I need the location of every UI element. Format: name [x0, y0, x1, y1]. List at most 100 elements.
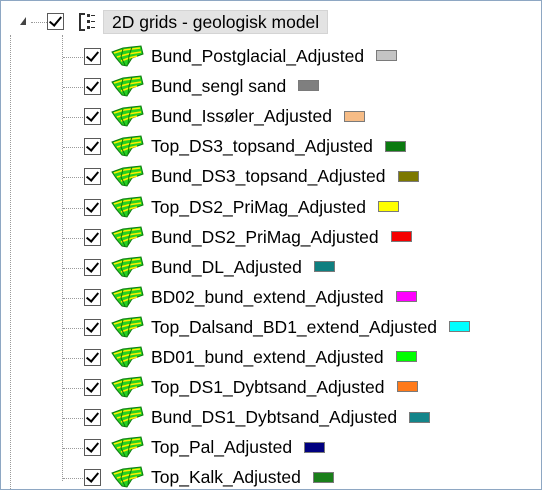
layer-label[interactable]: BD01_bund_extend_Adjusted	[151, 346, 417, 368]
tree-connector	[63, 297, 83, 299]
layer-tree: 2D grids - geologisk model Bund_Postglac…	[1, 1, 541, 489]
tree-connector	[63, 237, 83, 239]
layer-name: Top_DS1_Dybtsand_Adjusted	[151, 377, 385, 398]
layer-name: Bund_Issøler_Adjusted	[151, 106, 332, 127]
layer-color-swatch[interactable]	[376, 50, 398, 62]
layer-name: Bund_Postglacial_Adjusted	[151, 46, 365, 66]
grid-surface-icon	[110, 286, 144, 308]
grid-surface-icon	[110, 256, 144, 278]
layer-row[interactable]: Top_Pal_Adjusted	[1, 435, 541, 461]
layer-visibility-checkbox[interactable]	[84, 379, 101, 397]
root-visibility-checkbox[interactable]	[47, 13, 64, 30]
layer-color-swatch[interactable]	[384, 140, 406, 152]
layer-label[interactable]: Bund_DS2_PriMag_Adjusted	[151, 226, 412, 248]
tree-connector	[63, 87, 83, 89]
tree-connector	[63, 448, 83, 450]
layer-visibility-checkbox[interactable]	[84, 318, 101, 336]
layer-visibility-checkbox[interactable]	[84, 288, 101, 306]
layer-name: Bund_sengl sand	[151, 76, 287, 97]
layer-row[interactable]: BD02_bund_extend_Adjusted	[1, 285, 541, 311]
layer-label[interactable]: BD02_bund_extend_Adjusted	[151, 286, 417, 308]
grid-surface-icon	[110, 45, 144, 67]
grid-surface-icon	[110, 466, 144, 488]
layer-visibility-checkbox[interactable]	[84, 168, 101, 186]
layer-label[interactable]: Bund_DS1_Dybtsand_Adjusted	[151, 406, 431, 428]
layer-row[interactable]: Bund_sengl sand	[1, 74, 541, 100]
layer-name: Top_Kalk_Adjusted	[151, 467, 301, 488]
layer-visibility-checkbox[interactable]	[84, 258, 101, 276]
tree-root-node[interactable]: 2D grids - geologisk model	[1, 9, 541, 35]
layer-label[interactable]: Top_DS3_topsand_Adjusted	[151, 135, 406, 157]
layer-color-swatch[interactable]	[313, 261, 335, 273]
tree-connector	[31, 22, 47, 23]
layer-label[interactable]: Top_Kalk_Adjusted	[151, 466, 334, 488]
layer-group-icon	[79, 13, 95, 31]
layer-label[interactable]: Top_DS1_Dybtsand_Adjusted	[151, 376, 418, 398]
layer-row[interactable]: Bund_DS3_topsand_Adjusted	[1, 164, 541, 190]
layer-visibility-checkbox[interactable]	[84, 409, 101, 427]
layer-row[interactable]: Bund_DS2_PriMag_Adjusted	[1, 225, 541, 251]
layer-color-swatch[interactable]	[343, 110, 365, 122]
layer-visibility-checkbox[interactable]	[84, 138, 101, 156]
layer-color-swatch[interactable]	[312, 471, 334, 483]
layer-name: Top_DS2_PriMag_Adjusted	[151, 196, 366, 217]
layer-name: Bund_DS1_Dybtsand_Adjusted	[151, 407, 398, 428]
layer-color-swatch[interactable]	[304, 441, 326, 453]
tree-connector	[63, 207, 83, 209]
grid-surface-icon	[110, 436, 144, 458]
tree-connector	[63, 177, 83, 179]
layer-visibility-checkbox[interactable]	[84, 48, 101, 65]
layer-row[interactable]: Bund_Issøler_Adjusted	[1, 104, 541, 130]
tree-connector	[63, 478, 83, 480]
layer-row[interactable]: Top_DS3_topsand_Adjusted	[1, 134, 541, 160]
layer-visibility-checkbox[interactable]	[84, 469, 101, 487]
tree-connector	[63, 117, 83, 119]
layer-row[interactable]: BD01_bund_extend_Adjusted	[1, 345, 541, 371]
layer-label[interactable]: Bund_Postglacial_Adjusted	[151, 45, 398, 67]
tree-connector	[63, 358, 83, 359]
grid-surface-icon	[110, 346, 144, 368]
layer-color-swatch[interactable]	[449, 321, 471, 333]
grid-surface-icon	[110, 165, 144, 187]
layer-name: Top_DS3_topsand_Adjusted	[151, 136, 373, 157]
layer-visibility-checkbox[interactable]	[84, 78, 101, 96]
grid-surface-icon	[110, 406, 144, 428]
tree-connector	[63, 388, 83, 390]
layer-color-swatch[interactable]	[395, 351, 417, 363]
layer-visibility-checkbox[interactable]	[84, 108, 101, 126]
tree-connector	[63, 267, 83, 269]
layer-label[interactable]: Bund_DL_Adjusted	[151, 256, 335, 278]
layer-label[interactable]: Top_DS2_PriMag_Adjusted	[151, 196, 399, 218]
triangle-down-icon[interactable]	[20, 17, 26, 25]
layer-row[interactable]: Top_DS1_Dybtsand_Adjusted	[1, 375, 541, 401]
layer-label[interactable]: Bund_Issøler_Adjusted	[151, 105, 365, 127]
layer-row[interactable]: Top_Dalsand_BD1_extend_Adjusted	[1, 315, 541, 341]
layer-label[interactable]: Bund_DS3_topsand_Adjusted	[151, 165, 419, 187]
grid-surface-icon	[110, 135, 144, 157]
layer-color-swatch[interactable]	[298, 80, 320, 92]
layer-color-swatch[interactable]	[390, 230, 412, 242]
tree-connector	[63, 327, 83, 329]
layer-color-swatch[interactable]	[396, 381, 418, 393]
root-node-label[interactable]: 2D grids - geologisk model	[103, 10, 329, 34]
tree-connector	[63, 418, 83, 420]
layer-row[interactable]: Top_DS2_PriMag_Adjusted	[1, 195, 541, 221]
layer-visibility-checkbox[interactable]	[84, 198, 101, 216]
layer-color-swatch[interactable]	[378, 200, 399, 212]
layer-label[interactable]: Top_Pal_Adjusted	[151, 436, 326, 458]
layer-label[interactable]: Bund_sengl sand	[151, 75, 320, 97]
layer-name: Top_Dalsand_BD1_extend_Adjusted	[151, 316, 438, 337]
layer-color-swatch[interactable]	[397, 170, 419, 182]
layer-visibility-checkbox[interactable]	[84, 439, 101, 457]
layer-color-swatch[interactable]	[409, 411, 431, 423]
layer-visibility-checkbox[interactable]	[84, 349, 101, 366]
layer-row[interactable]: Top_Kalk_Adjusted	[1, 465, 541, 489]
layer-row[interactable]: Bund_DS1_Dybtsand_Adjusted	[1, 405, 541, 431]
layer-row[interactable]: Bund_DL_Adjusted	[1, 255, 541, 281]
layer-row[interactable]: Bund_Postglacial_Adjusted	[1, 44, 541, 70]
layer-color-swatch[interactable]	[395, 291, 417, 303]
layer-label[interactable]: Top_Dalsand_BD1_extend_Adjusted	[151, 316, 471, 338]
layer-visibility-checkbox[interactable]	[84, 228, 101, 246]
tree-connector	[63, 147, 83, 149]
layer-name: Bund_DS2_PriMag_Adjusted	[151, 226, 379, 247]
